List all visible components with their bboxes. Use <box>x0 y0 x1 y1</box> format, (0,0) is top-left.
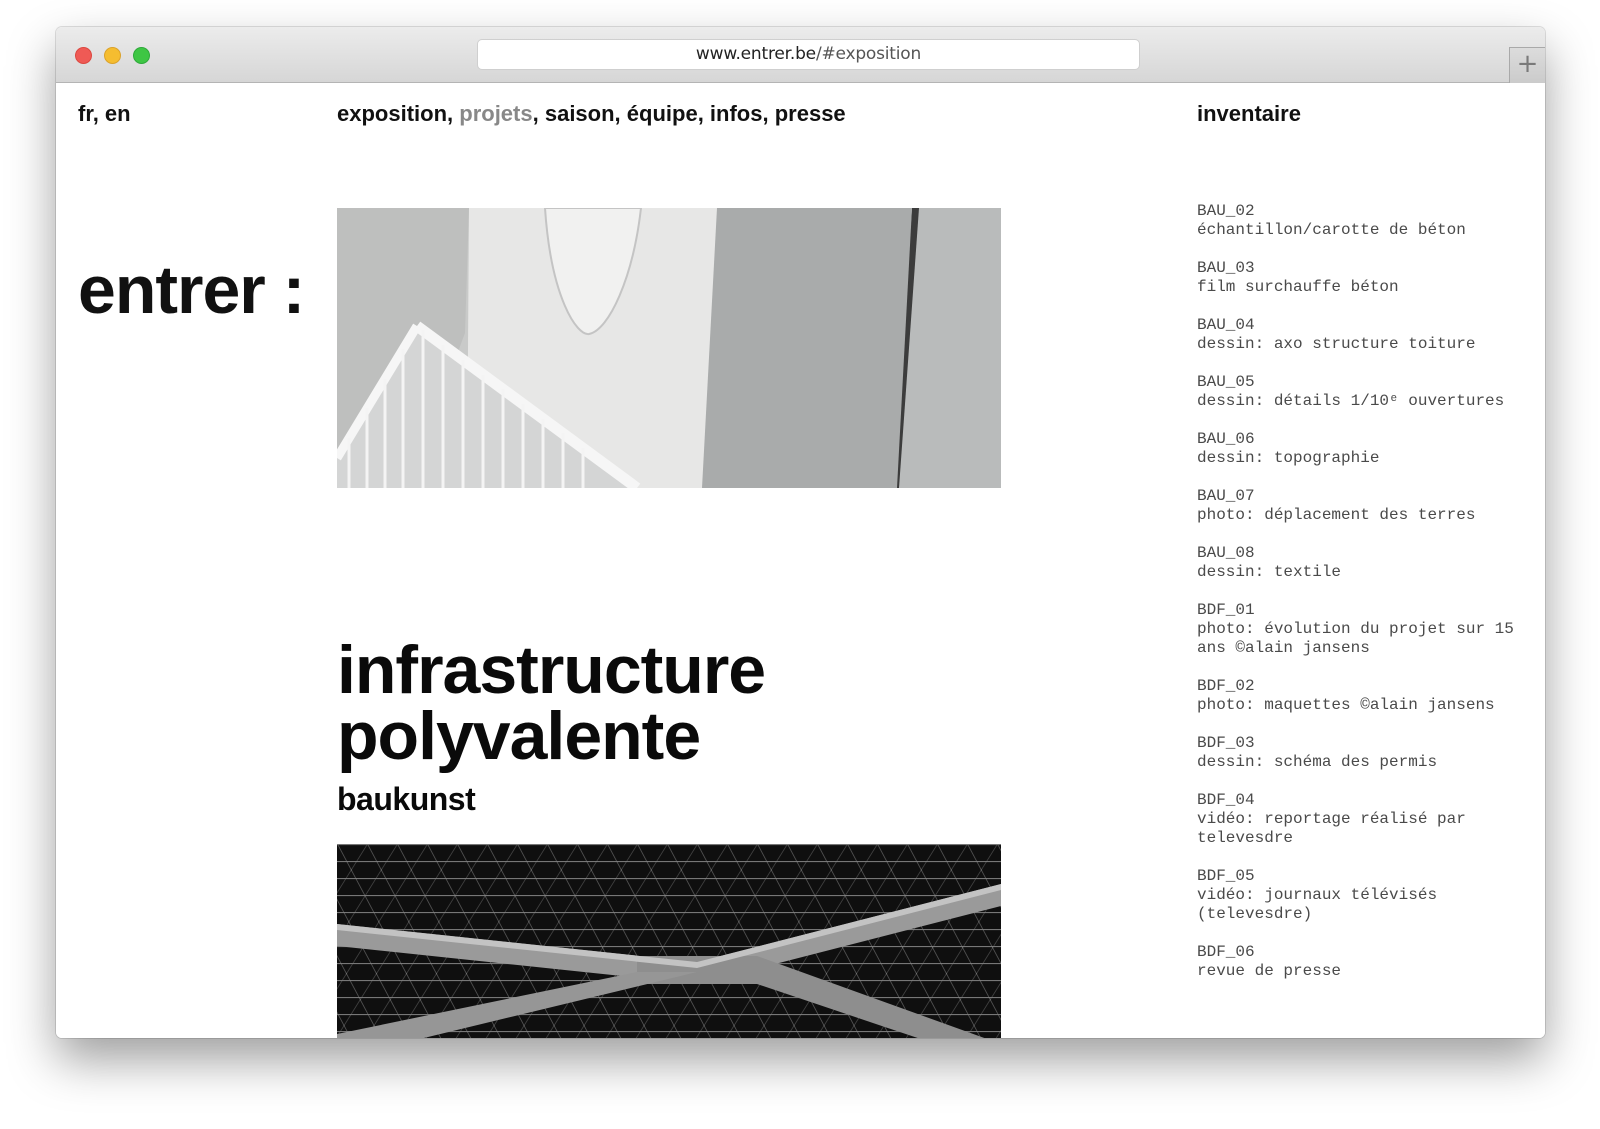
inventory-item-code: BAU_07 <box>1197 487 1255 505</box>
stair-railing-image <box>337 208 1001 488</box>
nav-separator: , <box>614 101 627 126</box>
inventory-item-code: BAU_03 <box>1197 259 1255 277</box>
inventory-item[interactable]: BDF_02 photo: maquettes ©alain jansens <box>1197 677 1537 715</box>
inventory-item-code: BAU_05 <box>1197 373 1255 391</box>
exhibition-photo-ceiling[interactable] <box>337 844 1001 1038</box>
nav-link-0[interactable]: exposition <box>337 101 447 126</box>
inventory-item[interactable]: BAU_08 dessin: textile <box>1197 544 1537 582</box>
new-tab-button[interactable]: + <box>1509 47 1545 83</box>
inventory-item[interactable]: BAU_04 dessin: axo structure toiture <box>1197 316 1537 354</box>
inventory-item-code: BAU_02 <box>1197 202 1255 220</box>
inventory-item-description: dessin: topographie <box>1197 449 1380 467</box>
inventory-item-code: BAU_04 <box>1197 316 1255 334</box>
inventory-item-description: vidéo: reportage réalisé par televesdre <box>1197 810 1476 847</box>
project-title-line-2: polyvalente <box>337 698 701 774</box>
project-architect[interactable]: baukunst <box>337 781 476 818</box>
url-path: /#exposition <box>815 44 922 64</box>
site-logo[interactable]: entrer : <box>78 251 305 329</box>
url-domain: www.entrer.be <box>695 44 816 64</box>
project-title-line-1: infrastructure <box>337 632 766 708</box>
address-bar[interactable]: www.entrer.be/#exposition <box>477 39 1140 70</box>
language-link-1[interactable]: en <box>105 101 131 126</box>
inventory-list: BAU_02 échantillon/carotte de béton BAU_03… <box>1197 202 1537 1000</box>
inventory-item-description: film surchauffe béton <box>1197 278 1399 296</box>
inventory-item-code: BDF_02 <box>1197 677 1255 695</box>
inventory-item[interactable]: BAU_03 film surchauffe béton <box>1197 259 1537 297</box>
plus-icon: + <box>1516 49 1539 79</box>
inventory-item-code: BDF_04 <box>1197 791 1255 809</box>
nav-separator: , <box>92 101 105 126</box>
inventory-item[interactable]: BDF_04 vidéo: reportage réalisé par telev… <box>1197 791 1537 848</box>
inventory-item[interactable]: BDF_06 revue de presse <box>1197 943 1537 981</box>
nav-link-1[interactable]: projets <box>459 101 532 126</box>
project-title[interactable]: infrastructure polyvalente <box>337 632 766 774</box>
inventory-item-description: photo: évolution du projet sur 15 ans ©a… <box>1197 620 1524 657</box>
inventory-item-code: BDF_01 <box>1197 601 1255 619</box>
inventory-item-description: dessin: schéma des permis <box>1197 753 1438 771</box>
inventory-item-description: vidéo: journaux télévisés (televesdre) <box>1197 886 1447 923</box>
nav-separator: , <box>447 101 460 126</box>
inventory-item-code: BDF_03 <box>1197 734 1255 752</box>
language-link-0[interactable]: fr <box>78 101 93 126</box>
nav-link-5[interactable]: presse <box>775 101 846 126</box>
inventory-item-description: dessin: détails 1/10ᵉ ouvertures <box>1197 392 1505 410</box>
main-navigation: exposition, projets, saison, équipe, inf… <box>337 101 846 127</box>
inventory-item-description: dessin: textile <box>1197 563 1342 581</box>
inventory-item[interactable]: BAU_06 dessin: topographie <box>1197 430 1537 468</box>
browser-titlebar: www.entrer.be/#exposition + <box>56 27 1545 83</box>
inventory-item[interactable]: BAU_05 dessin: détails 1/10ᵉ ouvertures <box>1197 373 1537 411</box>
exhibition-photo-stair[interactable] <box>337 208 1001 488</box>
inventory-item-code: BDF_05 <box>1197 867 1255 885</box>
inventory-item[interactable]: BDF_05 vidéo: journaux télévisés (televes… <box>1197 867 1537 924</box>
page-content: fr, en exposition, projets, saison, équi… <box>56 83 1545 1038</box>
inventory-item-description: dessin: axo structure toiture <box>1197 335 1476 353</box>
minimize-window-button[interactable] <box>104 47 121 64</box>
inventory-item[interactable]: BDF_03 dessin: schéma des permis <box>1197 734 1537 772</box>
nav-separator: , <box>532 101 545 126</box>
close-window-button[interactable] <box>75 47 92 64</box>
inventory-item-description: échantillon/carotte de béton <box>1197 221 1466 239</box>
browser-window: www.entrer.be/#exposition + fr, en expos… <box>56 27 1545 1038</box>
inventory-item-code: BAU_06 <box>1197 430 1255 448</box>
inventory-item-description: photo: déplacement des terres <box>1197 506 1476 524</box>
inventory-item[interactable]: BDF_01 photo: évolution du projet sur 15 … <box>1197 601 1537 658</box>
inventory-item-code: BDF_06 <box>1197 943 1255 961</box>
inventory-heading[interactable]: inventaire <box>1197 101 1301 127</box>
zoom-window-button[interactable] <box>133 47 150 64</box>
inventory-item[interactable]: BAU_07 photo: déplacement des terres <box>1197 487 1537 525</box>
inventory-item[interactable]: BAU_02 échantillon/carotte de béton <box>1197 202 1537 240</box>
language-switcher: fr, en <box>78 101 131 127</box>
nav-link-2[interactable]: saison <box>545 101 615 126</box>
nav-link-3[interactable]: équipe <box>627 101 698 126</box>
ceiling-grid-image <box>337 844 1001 1038</box>
inventory-item-description: photo: maquettes ©alain jansens <box>1197 696 1495 714</box>
inventory-item-code: BAU_08 <box>1197 544 1255 562</box>
nav-separator: , <box>697 101 710 126</box>
nav-separator: , <box>762 101 775 126</box>
inventory-item-description: revue de presse <box>1197 962 1342 980</box>
nav-link-4[interactable]: infos <box>710 101 763 126</box>
